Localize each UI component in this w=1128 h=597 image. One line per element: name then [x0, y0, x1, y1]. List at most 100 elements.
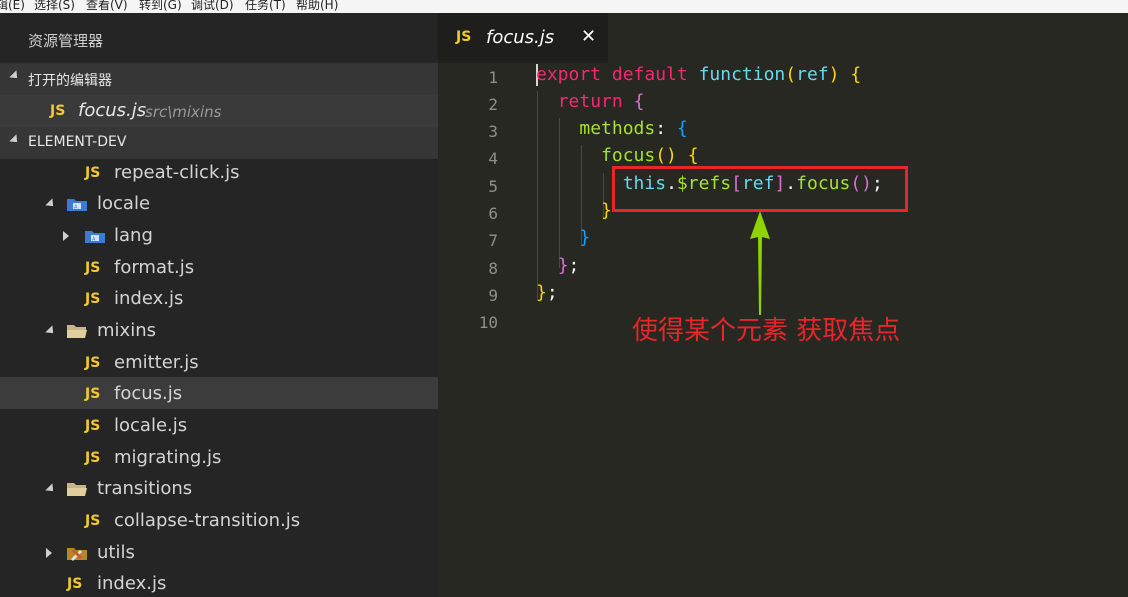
js-file-icon: JS [85, 450, 101, 466]
tree-item-label: utils [97, 542, 135, 563]
tree-item-file[interactable]: JS index.js [0, 283, 438, 315]
js-file-icon: JS [85, 418, 101, 434]
tree-item-label: collapse-transition.js [114, 510, 301, 531]
token: default [611, 64, 688, 85]
code-line-2: return { [557, 91, 645, 112]
token: return [557, 91, 623, 112]
tree-item-folder[interactable]: mixins [0, 315, 438, 347]
line-number: 2 [488, 95, 498, 114]
tree-item-file[interactable]: JS migrating.js [0, 442, 438, 474]
js-file-icon: JS [67, 576, 83, 592]
tree-item-label: format.js [114, 257, 195, 278]
tree-item-folder[interactable]: A lang [0, 220, 438, 252]
code-line-9: }; [536, 282, 558, 303]
tree-item-label: mixins [97, 320, 156, 341]
line-number: 4 [488, 149, 498, 168]
js-file-icon: JS [85, 513, 101, 529]
explorer-sidebar: 资源管理器 打开的编辑器 JS focus.js src\mixins ELEM… [0, 13, 438, 597]
tree-item-file[interactable]: JS collapse-transition.js [0, 505, 438, 537]
js-file-icon: JS [456, 29, 472, 45]
lang-folder-icon: A [85, 231, 105, 243]
highlight-box [612, 166, 908, 212]
token: function [698, 64, 786, 85]
close-icon[interactable]: ✕ [581, 26, 596, 47]
tree-item-label: locale [97, 193, 151, 214]
tree-item-label: index.js [114, 288, 184, 309]
svg-text:A: A [92, 237, 96, 243]
js-file-icon: JS [85, 355, 101, 371]
menu-help[interactable]: 帮助(H) [296, 0, 338, 13]
chevron-right-icon [63, 231, 69, 241]
js-file-icon: JS [50, 103, 66, 119]
project-header[interactable]: ELEMENT-DEV [0, 127, 438, 159]
tree-item-folder[interactable]: transitions [0, 473, 438, 505]
code-line-8: }; [557, 255, 580, 276]
token: ref [796, 64, 829, 85]
menu-go[interactable]: 转到(G) [139, 0, 182, 13]
menu-view[interactable]: 查看(V) [86, 0, 128, 13]
code-line-3: methods: { [579, 118, 688, 139]
tree-item-file-selected[interactable]: JS focus.js [0, 377, 438, 409]
tree-item-label: migrating.js [114, 447, 222, 468]
chevron-down-icon [45, 198, 57, 210]
line-number: 7 [488, 231, 498, 250]
js-file-icon: JS [85, 260, 101, 276]
js-file-icon: JS [85, 386, 101, 402]
menu-edit[interactable]: 辑(E) [0, 0, 25, 13]
open-editor-item[interactable]: JS focus.js src\mixins [0, 95, 438, 127]
chevron-down-icon [9, 134, 21, 146]
menu-tasks[interactable]: 任务(T) [245, 0, 286, 13]
open-editor-path: src\mixins [145, 103, 222, 121]
tree-item-file[interactable]: JS repeat-click.js [0, 157, 438, 189]
tab-focus-js[interactable]: JS focus.js ✕ [438, 13, 608, 63]
code-line-1: export default function(ref) { [536, 64, 862, 85]
tab-label: focus.js [486, 27, 555, 48]
js-file-icon: JS [85, 291, 101, 307]
chevron-down-icon [9, 70, 21, 82]
tree-item-label: lang [114, 225, 153, 246]
tree-item-label: emitter.js [114, 352, 199, 373]
js-file-icon: JS [85, 165, 101, 181]
tree-item-file[interactable]: JS index.js [0, 568, 438, 597]
tree-item-label: focus.js [114, 383, 183, 404]
line-number: 10 [478, 313, 498, 332]
tree-item-file[interactable]: JS emitter.js [0, 347, 438, 379]
up-arrow-icon [750, 211, 770, 315]
code-line-4: focus() { [601, 145, 699, 166]
menu-debug[interactable]: 调试(D) [191, 0, 234, 13]
code-editor[interactable]: JS focus.js ✕ 1 2 3 4 5 6 7 8 9 10 expor… [438, 13, 1128, 597]
tree-item-file[interactable]: JS format.js [0, 252, 438, 284]
utils-tools-icon [67, 548, 87, 561]
code-line-7: } [579, 227, 591, 248]
chevron-down-icon [45, 483, 57, 495]
folder-open-icon [67, 325, 87, 338]
svg-text:A: A [74, 205, 78, 211]
chevron-down-icon [45, 325, 57, 337]
line-number: 8 [488, 259, 498, 278]
code-line-6: } [601, 200, 612, 221]
line-number: 3 [488, 122, 498, 141]
token: focus [601, 145, 656, 166]
tree-item-folder[interactable]: utils [0, 537, 438, 569]
token: export [536, 64, 602, 85]
explorer-title: 资源管理器 [28, 32, 104, 50]
tree-item-label: locale.js [114, 415, 188, 436]
open-editors-header[interactable]: 打开的编辑器 [0, 63, 438, 95]
open-editors-label: 打开的编辑器 [28, 73, 112, 89]
locale-folder-icon: A [67, 199, 87, 211]
folder-open-icon [67, 483, 87, 496]
tree-item-label: repeat-click.js [114, 162, 240, 183]
tree-item-label: index.js [97, 573, 167, 594]
open-editor-name: focus.js [78, 100, 147, 121]
menu-bar: 辑(E) 选择(S) 查看(V) 转到(G) 调试(D) 任务(T) 帮助(H) [0, 0, 1128, 13]
token: methods [579, 118, 656, 139]
line-number: 5 [488, 177, 498, 196]
line-number: 6 [488, 204, 498, 223]
annotation-text: 使得某个元素 获取焦点 [632, 316, 901, 346]
tree-item-label: transitions [97, 478, 193, 499]
tree-item-file[interactable]: JS locale.js [0, 410, 438, 442]
tree-item-folder[interactable]: A locale [0, 188, 438, 220]
menu-selection[interactable]: 选择(S) [34, 0, 75, 13]
project-label: ELEMENT-DEV [28, 134, 127, 150]
line-number: 9 [488, 286, 498, 305]
